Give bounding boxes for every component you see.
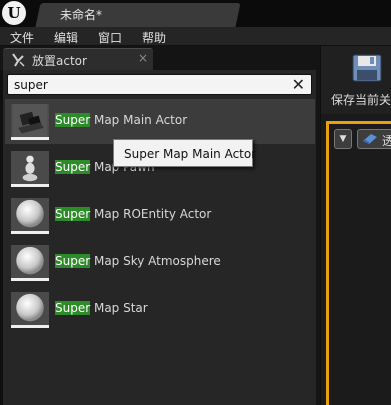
tooltip-text: Super Map Main Actor (124, 147, 257, 161)
list-item[interactable]: Super Map ROEntity Actor (5, 193, 315, 238)
floppy-disk-icon[interactable] (352, 54, 382, 82)
list-item-label: Super Map Sky Atmosphere (55, 254, 221, 268)
search-highlight: Super (55, 113, 91, 127)
list-item[interactable]: Super Map Star (5, 287, 315, 332)
search-highlight: Super (55, 160, 91, 174)
list-item[interactable]: Super Map Main Actor (5, 99, 315, 144)
menu-file[interactable]: 文件 (10, 29, 34, 46)
sphere-icon (11, 198, 49, 234)
list-item-label: Super Map Star (55, 301, 148, 315)
menu-edit[interactable]: 编辑 (54, 29, 78, 46)
sphere-icon (11, 292, 49, 328)
title-bar: U 未命名* (0, 0, 391, 27)
unreal-engine-logo-icon[interactable]: U (2, 1, 26, 25)
panel-tab-strip: 放置actor × (0, 46, 320, 70)
clear-search-icon[interactable]: ✕ (292, 75, 305, 94)
list-item-label-rest: Map ROEntity Actor (90, 207, 212, 221)
search-input[interactable] (14, 77, 284, 92)
list-item-label-rest: Map Main Actor (90, 113, 188, 127)
search-box[interactable]: ✕ (7, 74, 312, 95)
search-highlight: Super (55, 254, 91, 268)
place-actor-icon (12, 53, 25, 67)
list-item-label: Super Map ROEntity Actor (55, 207, 211, 221)
menu-help[interactable]: 帮助 (142, 29, 166, 46)
menu-bar: 文件 编辑 窗口 帮助 (0, 27, 391, 46)
menu-window[interactable]: 窗口 (98, 29, 122, 46)
tab-place-actors-label: 放置actor (32, 54, 87, 68)
main-toolbar-area: 保存当前关 ▼ 透 (320, 46, 391, 405)
sphere-icon (11, 245, 49, 281)
search-highlight: Super (55, 207, 91, 221)
tooltip: Super Map Main Actor (113, 139, 257, 167)
list-item-label-rest: Map Star (90, 301, 148, 315)
list-item-label-rest: Map Sky Atmosphere (90, 254, 221, 268)
list-item[interactable]: Super Map Sky Atmosphere (5, 240, 315, 285)
perspective-icon (363, 134, 377, 144)
main-actor-icon (11, 104, 49, 140)
close-icon[interactable]: × (138, 51, 148, 65)
list-item-label: Super Map Main Actor (55, 113, 187, 127)
level-viewport[interactable]: ▼ 透 (326, 121, 391, 405)
document-tab-label[interactable]: 未命名* (60, 6, 102, 23)
tab-place-actors[interactable]: 放置actor × (3, 48, 153, 70)
viewport-frame: ▼ 透 (321, 114, 391, 405)
search-highlight: Super (55, 301, 91, 315)
viewport-options-dropdown[interactable]: ▼ (334, 129, 352, 149)
save-current-button[interactable]: 保存当前关 (331, 91, 391, 108)
view-mode-label: 透 (382, 134, 391, 148)
view-mode-button[interactable]: 透 (357, 129, 391, 149)
place-actors-panel: ✕ Super Map Main Actor Super Map Pawn (0, 70, 316, 405)
pawn-icon (11, 151, 49, 187)
